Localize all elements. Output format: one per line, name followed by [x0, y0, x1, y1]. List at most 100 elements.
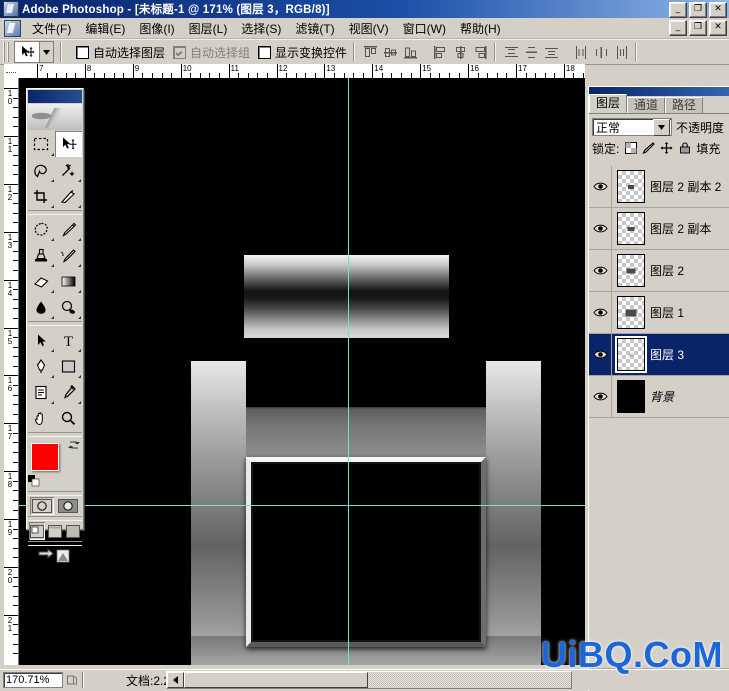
maximize-button[interactable]: ❐ — [689, 2, 707, 18]
layer-row[interactable]: 图层 1 — [589, 292, 729, 334]
auto-select-layer-checkbox[interactable]: 自动选择图层 — [76, 44, 165, 61]
layer-row[interactable]: 图层 2 — [589, 250, 729, 292]
lasso-tool-icon[interactable] — [28, 157, 55, 183]
lock-all-icon[interactable] — [678, 142, 691, 155]
menu-item-image[interactable]: 图像(I) — [132, 18, 181, 39]
distribute-top-edges-icon[interactable] — [504, 45, 519, 60]
layer-visibility-toggle[interactable] — [589, 166, 612, 207]
doc-close-button[interactable]: ✕ — [709, 20, 727, 36]
history-brush-tool-icon[interactable] — [55, 242, 82, 268]
align-vertical-centers-icon[interactable] — [383, 45, 398, 60]
layer-thumbnail[interactable] — [617, 380, 645, 413]
zoom-level-input[interactable]: 170.71% — [3, 672, 63, 688]
tab-paths[interactable]: 路径 — [665, 97, 704, 113]
layer-row[interactable]: 图层 2 副本 — [589, 208, 729, 250]
layer-visibility-toggle[interactable] — [589, 334, 612, 375]
layer-row[interactable]: 图层 3 — [589, 334, 729, 376]
align-bottom-edges-icon[interactable] — [403, 45, 418, 60]
horizontal-guide[interactable] — [19, 505, 585, 506]
minimize-button[interactable]: _ — [669, 2, 687, 18]
horizontal-scrollbar-track[interactable] — [368, 673, 571, 687]
layer-thumbnail[interactable] — [617, 170, 645, 203]
doc-minimize-button[interactable]: _ — [669, 20, 687, 36]
quick-mask-mode-icon[interactable] — [56, 497, 80, 515]
brush-tool-icon[interactable] — [55, 216, 82, 242]
menu-item-edit[interactable]: 编辑(E) — [78, 18, 132, 39]
move-tool-icon[interactable] — [55, 131, 82, 157]
swap-colors-icon[interactable] — [68, 439, 80, 451]
eyedropper-tool-icon[interactable] — [55, 379, 82, 405]
tool-preset-dropdown[interactable] — [40, 41, 54, 63]
layer-thumbnail[interactable] — [617, 296, 645, 329]
eraser-tool-icon[interactable] — [28, 268, 55, 294]
blur-tool-icon[interactable] — [28, 294, 55, 320]
gradient-tool-icon[interactable] — [55, 268, 82, 294]
ruler-corner[interactable] — [4, 64, 19, 79]
standard-mask-mode-icon[interactable] — [30, 497, 54, 515]
chevron-down-icon[interactable] — [653, 118, 670, 136]
lock-image-pixels-icon[interactable] — [642, 142, 656, 155]
crop-tool-icon[interactable] — [28, 183, 55, 209]
horizontal-scrollbar[interactable] — [166, 671, 572, 689]
shape-tool-icon[interactable] — [55, 353, 82, 379]
show-transform-controls-checkbox[interactable]: 显示变换控件 — [258, 44, 347, 61]
default-colors-icon[interactable] — [28, 475, 40, 487]
tab-layers[interactable]: 图层 — [589, 94, 628, 113]
menu-item-view[interactable]: 视图(V) — [342, 18, 396, 39]
menu-item-help[interactable]: 帮助(H) — [453, 18, 508, 39]
full-screen-icon[interactable] — [65, 522, 81, 540]
layer-row[interactable]: 图层 2 副本 2 — [589, 166, 729, 208]
pen-tool-icon[interactable] — [28, 353, 55, 379]
layer-thumbnail[interactable] — [617, 212, 645, 245]
layer-visibility-toggle[interactable] — [589, 250, 612, 291]
healing-brush-tool-icon[interactable] — [28, 216, 55, 242]
layer-thumbnail[interactable] — [617, 338, 645, 371]
align-top-edges-icon[interactable] — [363, 45, 378, 60]
menu-item-select[interactable]: 选择(S) — [234, 18, 288, 39]
clone-stamp-tool-icon[interactable] — [28, 242, 55, 268]
distribute-vertical-centers-icon[interactable] — [524, 45, 539, 60]
layer-visibility-toggle[interactable] — [589, 208, 612, 249]
jump-to-imageready-icon[interactable] — [37, 547, 73, 565]
align-right-edges-icon[interactable] — [473, 45, 488, 60]
menu-item-file[interactable]: 文件(F) — [25, 18, 78, 39]
foreground-color-swatch[interactable] — [31, 443, 59, 471]
vertical-guide[interactable] — [348, 78, 349, 665]
menu-item-window[interactable]: 窗口(W) — [396, 18, 453, 39]
marquee-tool-icon[interactable] — [28, 131, 55, 157]
move-tool-icon[interactable] — [14, 41, 40, 63]
full-screen-menubar-icon[interactable] — [47, 522, 63, 540]
dodge-tool-icon[interactable] — [55, 294, 82, 320]
blend-mode-select[interactable]: 正常 — [592, 118, 672, 136]
horizontal-ruler[interactable]: 7 8 9 10 11 12 13 14 15 16 17 18 — [18, 64, 585, 79]
hand-tool-icon[interactable] — [28, 405, 55, 431]
auto-select-group-checkbox[interactable]: 自动选择组 — [173, 44, 250, 61]
toolbox-title-bar[interactable] — [28, 90, 82, 103]
horizontal-scrollbar-thumb[interactable] — [184, 672, 368, 688]
align-horizontal-centers-icon[interactable] — [453, 45, 468, 60]
scroll-left-button[interactable] — [167, 672, 184, 688]
layer-thumbnail[interactable] — [617, 254, 645, 287]
magic-wand-tool-icon[interactable] — [55, 157, 82, 183]
lock-position-icon[interactable] — [660, 142, 673, 155]
doc-restore-button[interactable]: ❐ — [689, 20, 707, 36]
options-bar-gripper[interactable] — [3, 42, 10, 62]
lock-transparent-pixels-icon[interactable] — [624, 142, 637, 155]
path-selection-tool-icon[interactable] — [28, 327, 55, 353]
distribute-left-edges-icon[interactable] — [574, 45, 589, 60]
menu-item-filter[interactable]: 滤镜(T) — [288, 18, 341, 39]
align-left-edges-icon[interactable] — [433, 45, 448, 60]
notes-tool-icon[interactable] — [28, 379, 55, 405]
standard-screen-mode-icon[interactable] — [29, 522, 45, 540]
document-icon[interactable] — [4, 19, 21, 37]
menu-item-layer[interactable]: 图层(L) — [182, 18, 235, 39]
size-grip-icon[interactable] — [65, 672, 79, 688]
type-tool-icon[interactable]: T — [55, 327, 82, 353]
vertical-ruler[interactable]: 1 01 11 21 31 41 51 61 71 81 92 02 1 — [4, 78, 19, 665]
layer-visibility-toggle[interactable] — [589, 292, 612, 333]
distribute-bottom-edges-icon[interactable] — [544, 45, 559, 60]
layer-visibility-toggle[interactable] — [589, 376, 612, 417]
zoom-tool-icon[interactable] — [55, 405, 82, 431]
close-button[interactable]: ✕ — [709, 2, 727, 18]
distribute-right-edges-icon[interactable] — [614, 45, 629, 60]
